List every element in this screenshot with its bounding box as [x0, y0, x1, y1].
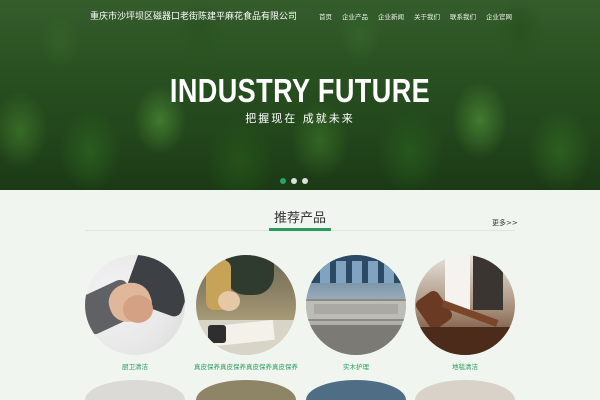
product-caption[interactable]: 真皮保养真皮保养真皮保养真皮保养 — [186, 361, 306, 371]
carousel-dot-1[interactable] — [280, 178, 286, 184]
product-card[interactable] — [85, 380, 185, 400]
product-card[interactable] — [306, 380, 406, 400]
product-caption[interactable]: 厨卫清洁 — [75, 361, 195, 371]
hero-title: INDUSTRY FUTURE — [169, 72, 431, 109]
product-caption[interactable]: 实木护理 — [296, 361, 416, 371]
nav-news[interactable]: 企业新闻 — [378, 11, 404, 21]
carousel-dots — [280, 178, 308, 184]
carousel-dot-2[interactable] — [291, 178, 297, 184]
top-bar: 重庆市沙坪坝区磁器口老街陈建平麻花食品有限公司 首页 企业产品 企业新闻 关于我… — [0, 0, 600, 32]
nav-products[interactable]: 企业产品 — [342, 11, 368, 21]
gavel-image[interactable] — [415, 255, 515, 355]
section-title-underline — [269, 228, 331, 231]
product-caption[interactable]: 地毯清洁 — [405, 361, 525, 371]
nav-about[interactable]: 关于我们 — [414, 11, 440, 21]
product-card[interactable] — [196, 380, 296, 400]
building-facade-image[interactable] — [306, 255, 406, 355]
main-nav: 首页 企业产品 企业新闻 关于我们 联系我们 企业官网 — [319, 11, 512, 21]
handshake-image[interactable] — [85, 255, 185, 355]
hero-subtitle: 把握现在 成就未来 — [245, 112, 355, 125]
more-link[interactable]: 更多>> — [492, 218, 518, 228]
document-signing-image[interactable] — [196, 255, 296, 355]
company-name[interactable]: 重庆市沙坪坝区磁器口老街陈建平麻花食品有限公司 — [90, 9, 297, 22]
nav-official-site[interactable]: 企业官网 — [486, 11, 512, 21]
carousel-dot-3[interactable] — [302, 178, 308, 184]
nav-home[interactable]: 首页 — [319, 11, 332, 21]
product-card[interactable] — [415, 380, 515, 400]
hero-banner: 重庆市沙坪坝区磁器口老街陈建平麻花食品有限公司 首页 企业产品 企业新闻 关于我… — [0, 0, 600, 190]
nav-contact[interactable]: 联系我们 — [450, 11, 476, 21]
